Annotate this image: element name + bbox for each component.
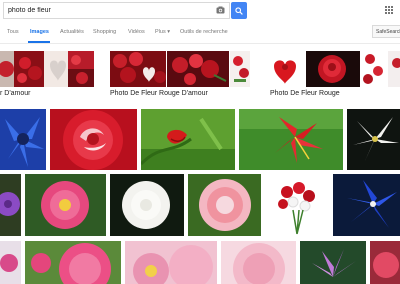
search-box[interactable]	[3, 2, 230, 19]
image-result[interactable]	[125, 241, 217, 284]
tab-videos[interactable]: Vidéos	[128, 29, 145, 35]
related-chip-3-label[interactable]: Photo De Fleur Rouge	[270, 90, 340, 97]
search-tabs: Tous Images Actualités Shopping Vidéos P…	[0, 22, 400, 44]
image-result[interactable]	[110, 174, 184, 236]
tab-shopping[interactable]: Shopping	[93, 29, 116, 35]
related-chip-2-images[interactable]	[110, 51, 250, 87]
image-result[interactable]	[0, 109, 46, 170]
related-chip-3-images[interactable]	[266, 51, 384, 87]
search-button[interactable]	[231, 2, 247, 19]
image-result[interactable]	[221, 241, 296, 284]
image-result[interactable]	[347, 109, 400, 170]
image-result[interactable]	[333, 174, 400, 236]
tab-outils-de-recherche[interactable]: Outils de recherche	[180, 29, 228, 35]
related-chip-4-images[interactable]	[388, 51, 400, 87]
image-result[interactable]	[0, 174, 21, 236]
image-result[interactable]	[141, 109, 235, 170]
related-chip-1-images[interactable]	[0, 51, 94, 87]
image-result[interactable]	[25, 241, 121, 284]
header	[0, 0, 400, 22]
tab-images[interactable]: Images	[30, 29, 49, 35]
safesearch-button[interactable]: SafeSearch	[372, 25, 400, 38]
tab-actualites[interactable]: Actualités	[60, 29, 84, 35]
search-icon	[235, 6, 243, 15]
active-tab-indicator	[28, 41, 50, 43]
image-result[interactable]	[50, 109, 137, 170]
image-result[interactable]	[188, 174, 261, 236]
image-result[interactable]	[370, 241, 400, 284]
tab-tous[interactable]: Tous	[7, 29, 19, 35]
image-result[interactable]	[265, 174, 329, 236]
related-chip-1-label[interactable]: r D'amour	[0, 90, 31, 97]
image-result[interactable]	[239, 109, 343, 170]
image-result[interactable]	[0, 241, 21, 284]
related-chip-2-label[interactable]: Photo De Fleur Rouge D'amour	[110, 90, 208, 97]
camera-icon[interactable]	[216, 6, 225, 14]
apps-grid-icon[interactable]	[385, 6, 393, 14]
tab-plus[interactable]: Plus ▾	[155, 29, 170, 35]
search-input[interactable]	[4, 3, 214, 18]
image-result[interactable]	[25, 174, 106, 236]
image-result[interactable]	[300, 241, 366, 284]
